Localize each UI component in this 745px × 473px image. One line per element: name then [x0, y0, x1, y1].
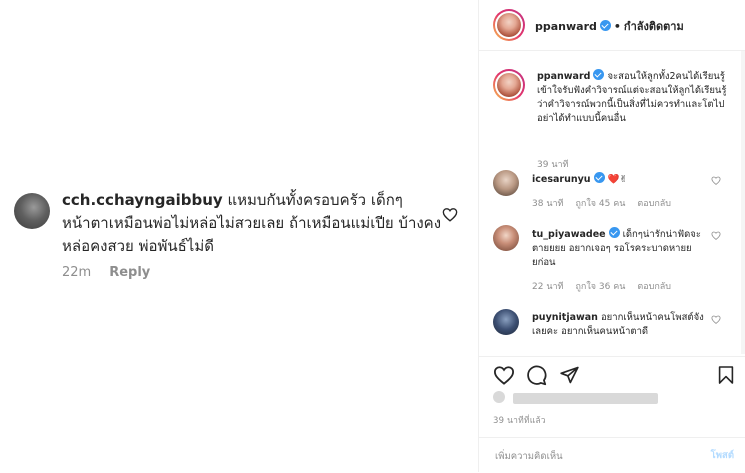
like-heart-icon[interactable] [442, 207, 458, 222]
likes-summary-blurred [493, 390, 733, 408]
comment-like-heart-icon[interactable] [711, 176, 721, 185]
comment-reply-button[interactable]: ตอบกลับ [637, 199, 671, 209]
comment-meta: 38 นาที ถูกใจ 45 คน ตอบกลับ [532, 196, 683, 210]
post-action-bar [479, 356, 745, 391]
caption-time: 39 นาที [537, 160, 569, 170]
comment-username[interactable]: tu_piyawadee [532, 229, 606, 240]
like-heart-icon[interactable] [493, 365, 515, 385]
comment-username[interactable]: icesarunyu [532, 174, 591, 185]
caption-username[interactable]: ppanward [537, 71, 590, 82]
share-send-icon[interactable] [559, 365, 580, 385]
comment-likes[interactable]: ถูกใจ 45 คน [575, 199, 625, 209]
comment-avatar[interactable] [493, 309, 519, 335]
comment-body: tu_piyawadee เด็กๆน่ารักน่าฟัดจะตายยยย อ… [532, 227, 704, 270]
add-comment-bar: โพสต์ [479, 437, 745, 473]
bookmark-save-icon[interactable] [718, 365, 734, 385]
verified-badge-icon [593, 69, 605, 80]
comment-likes[interactable]: ถูกใจ 36 คน [575, 282, 625, 292]
commenter-username[interactable]: cch.cchayngaibbuy [62, 191, 223, 209]
caption-body: ppanward จะสอนให้ลูกทั้ง2คนได้เรียนรู้เข… [537, 69, 727, 126]
add-comment-input[interactable] [493, 446, 677, 466]
comment-avatar[interactable] [493, 225, 519, 251]
comment-avatar[interactable] [493, 170, 519, 196]
comment-username[interactable]: puynitjawan [532, 312, 598, 323]
comment-meta: 22m Reply [62, 265, 168, 280]
separator: • [613, 20, 621, 33]
verified-badge-icon [599, 20, 611, 31]
header-user-line: ppanward • กำลังติดตาม [535, 17, 684, 35]
author-avatar[interactable] [493, 9, 525, 41]
comment-body: puynitjawan อยากเห็นหน้าคนโพสต์จังเลยคะ … [532, 311, 704, 339]
commenter-avatar[interactable] [14, 193, 50, 229]
liker-avatar [493, 391, 505, 403]
likes-text-redacted [513, 393, 658, 404]
comment-time: 22 นาที [532, 282, 564, 292]
post-header: ppanward • กำลังติดตาม [479, 0, 745, 51]
post-comment-button[interactable]: โพสต์ [711, 448, 734, 463]
comment-text: ❤️✌ [604, 174, 628, 185]
comment-like-heart-icon[interactable] [711, 315, 721, 324]
author-username[interactable]: ppanward [535, 20, 597, 33]
comments-scroll-area[interactable]: ppanward จะสอนให้ลูกทั้ง2คนได้เรียนรู้เข… [479, 51, 745, 354]
comment-like-heart-icon[interactable] [711, 231, 721, 240]
reply-button[interactable]: Reply [109, 265, 150, 280]
comment-bubble-icon[interactable] [526, 365, 547, 386]
verified-badge-icon [608, 227, 620, 238]
post-sidebar: ppanward • กำลังติดตาม ppanward จะสอนให้ลู… [478, 0, 745, 472]
scrollbar[interactable] [741, 51, 745, 354]
caption-avatar[interactable] [493, 69, 525, 101]
post-timestamp: 39 นาทีที่แล้ว [493, 416, 546, 426]
comment-reply-button[interactable]: ตอบกลับ [637, 282, 671, 292]
comment-body: icesarunyu ❤️✌ [532, 172, 704, 187]
comment-time: 38 นาที [532, 199, 564, 209]
comment-body: cch.cchayngaibbuy แหมบกันทั้งครอบครัว เด… [62, 189, 442, 258]
following-button[interactable]: กำลังติดตาม [624, 20, 684, 33]
verified-badge-icon [593, 172, 605, 183]
comment-detail-panel: cch.cchayngaibbuy แหมบกันทั้งครอบครัว เด… [0, 0, 478, 472]
comment-time: 22m [62, 265, 92, 280]
comment-meta: 22 นาที ถูกใจ 36 คน ตอบกลับ [532, 279, 683, 293]
